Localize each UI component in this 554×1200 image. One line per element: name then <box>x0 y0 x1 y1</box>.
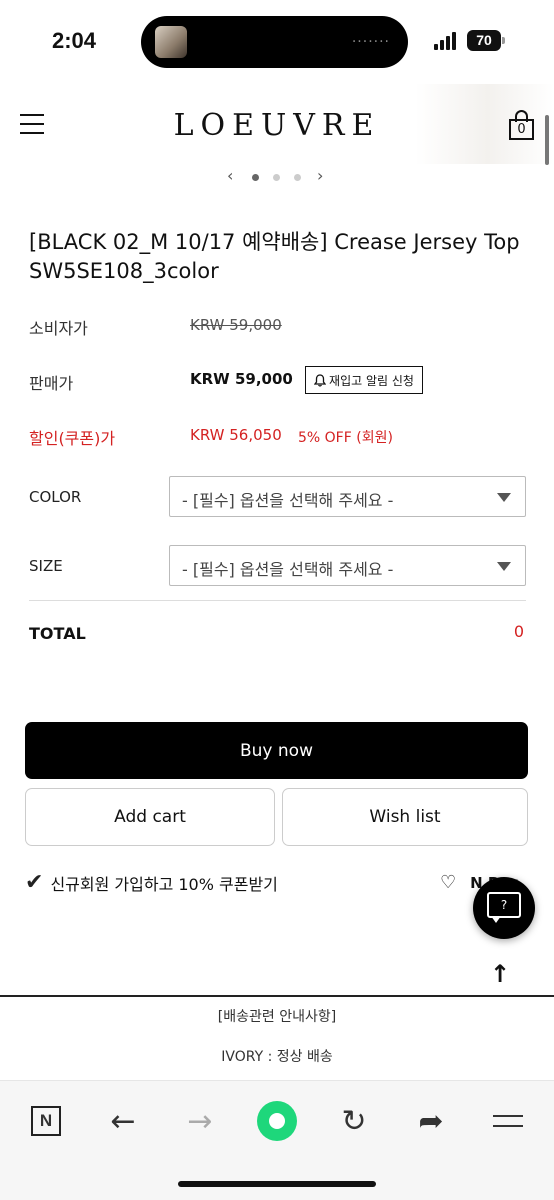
media-thumbnail <box>155 26 187 58</box>
signal-icon <box>434 32 460 50</box>
total-value: 0 <box>513 622 524 641</box>
share-icon[interactable]: ➦ <box>411 1101 451 1141</box>
size-select-value: - [필수] 옵션을 선택해 주세요 - <box>182 560 394 579</box>
notice-divider <box>0 995 554 997</box>
carousel-dot[interactable] <box>252 174 259 181</box>
site-logo[interactable]: LOEUVRE <box>0 108 554 143</box>
bell-icon <box>314 373 327 387</box>
dynamic-island[interactable]: ······· <box>141 16 408 68</box>
cart-count: 0 <box>517 122 526 137</box>
carousel-dot[interactable] <box>294 174 301 181</box>
color-select-value: - [필수] 옵션을 선택해 주세요 - <box>182 491 394 510</box>
chevron-down-icon <box>497 562 511 571</box>
battery-icon: 70 <box>467 30 501 51</box>
sale-price-label: 판매가 <box>29 374 74 393</box>
wish-list-button[interactable]: Wish list <box>282 788 528 846</box>
check-icon: ✔ <box>25 870 44 895</box>
restock-alert-label: 재입고 알림 신청 <box>329 373 414 388</box>
hamburger-icon <box>493 1113 523 1129</box>
forward-icon[interactable]: → <box>180 1101 220 1141</box>
clock: 2:04 <box>52 28 97 53</box>
carousel-next-icon[interactable]: › <box>317 166 323 185</box>
signup-coupon-link[interactable]: ✔ 신규회원 가입하고 10% 쿠폰받기 <box>25 870 278 895</box>
battery-tip <box>502 37 505 44</box>
chat-bubble-icon: ? <box>487 892 521 918</box>
sale-price: KRW 59,000 <box>190 370 293 388</box>
tabs-menu-button[interactable] <box>488 1101 528 1141</box>
signup-coupon-text: 신규회원 가입하고 10% 쿠폰받기 <box>50 874 278 894</box>
chat-button[interactable]: ? <box>473 877 535 939</box>
naver-home-button[interactable]: N <box>26 1101 66 1141</box>
size-select[interactable]: - [필수] 옵션을 선택해 주세요 - <box>169 545 526 586</box>
green-dot-button[interactable] <box>257 1101 297 1141</box>
back-icon[interactable]: ← <box>103 1101 143 1141</box>
chevron-down-icon <box>497 493 511 502</box>
product-title: [BLACK 02_M 10/17 예약배송] Crease Jersey To… <box>29 230 520 283</box>
total-label: TOTAL <box>29 624 86 643</box>
shipping-notice-title: [배송관련 안내사항] <box>217 1009 337 1025</box>
buy-now-button[interactable]: Buy now <box>25 722 528 779</box>
divider <box>29 600 526 601</box>
coupon-discount-note: 5% OFF (회원) <box>298 430 393 446</box>
consumer-price-label: 소비자가 <box>29 319 88 338</box>
coupon-price: KRW 56,050 <box>190 426 282 444</box>
site-header: LOEUVRE 0 <box>0 84 554 164</box>
home-indicator[interactable] <box>178 1181 376 1187</box>
cart-icon[interactable]: 0 <box>509 110 534 140</box>
size-option-label: SIZE <box>29 557 63 575</box>
scroll-top-icon[interactable]: ↑ <box>490 960 510 988</box>
status-bar: 2:04 ······· 70 <box>0 0 554 84</box>
coupon-price-label: 할인(쿠폰)가 <box>29 429 116 448</box>
color-option-label: COLOR <box>29 488 82 506</box>
carousel-prev-icon[interactable]: ‹ <box>227 166 233 185</box>
heart-icon[interactable]: ♡ <box>440 872 456 893</box>
page-scrollbar[interactable] <box>545 115 549 165</box>
add-cart-button[interactable]: Add cart <box>25 788 275 846</box>
shipping-notice-ivory: IVORY : 정상 배송 <box>221 1049 333 1065</box>
naver-n-icon: N <box>31 1106 61 1136</box>
color-select[interactable]: - [필수] 옵션을 선택해 주세요 - <box>169 476 526 517</box>
carousel-dot[interactable] <box>273 174 280 181</box>
image-carousel-nav: ‹ › <box>0 166 554 188</box>
reload-icon[interactable]: ↻ <box>334 1101 374 1141</box>
restock-alert-button[interactable]: 재입고 알림 신청 <box>305 366 423 394</box>
waveform-icon: ······· <box>351 34 390 50</box>
consumer-price: KRW 59,000 <box>190 316 282 334</box>
green-dot-icon <box>257 1101 297 1141</box>
